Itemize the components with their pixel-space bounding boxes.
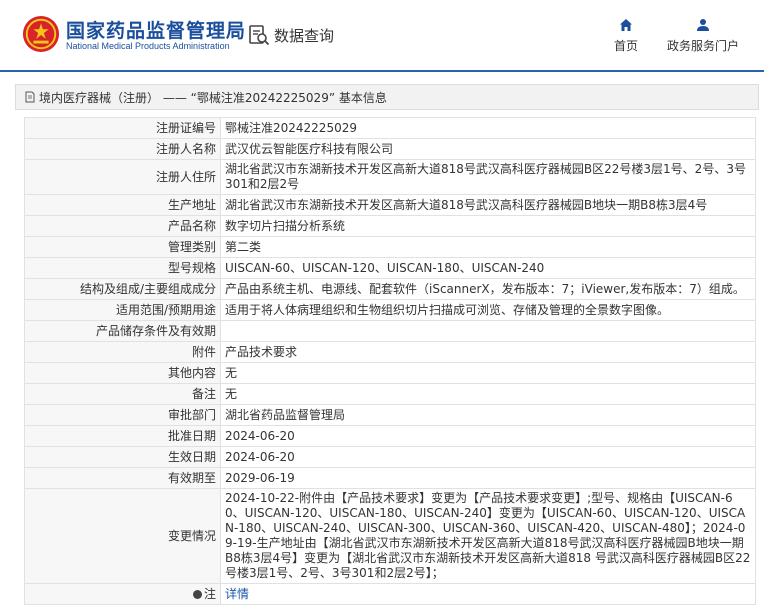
field-value: 2024-10-22-附件由【产品技术要求】变更为【产品技术要求变更】;型号、规… [220, 488, 756, 584]
table-row: 生效日期 2024-06-20 [24, 446, 756, 468]
site-name-cn[interactable]: 国家药品监督管理局 [66, 16, 246, 43]
field-value: 产品由系统主机、电源线、配套软件（iScannerX，发布版本：7；iViewe… [220, 278, 756, 300]
field-label: 适用范围/预期用途 [24, 299, 221, 321]
field-label: 变更情况 [24, 488, 221, 584]
field-label: 注册证编号 [24, 117, 221, 139]
detail-table: 注册证编号 鄂械注准20242225029 注册人名称 武汉优云智能医疗科技有限公司注… [24, 117, 756, 605]
national-emblem-icon[interactable] [22, 15, 60, 53]
field-value: 鄂械注准20242225029 [220, 117, 756, 139]
field-label: 生效日期 [24, 446, 221, 468]
field-label: 批准日期 [24, 425, 221, 447]
field-value: 2024-06-20 [220, 446, 756, 468]
note-icon [192, 589, 202, 599]
field-label: 审批部门 [24, 404, 221, 426]
field-label: 注 [24, 583, 221, 605]
table-row: 管理类别 第二类 [24, 236, 756, 258]
field-value: 详情 [220, 583, 756, 605]
field-value: 无 [220, 362, 756, 384]
field-label: 生产地址 [24, 194, 221, 216]
data-query-icon [249, 25, 270, 46]
document-icon [25, 91, 35, 103]
field-value: 武汉优云智能医疗科技有限公司 [220, 138, 756, 160]
field-label: 其他内容 [24, 362, 221, 384]
note-label: 注 [203, 586, 216, 601]
field-label: 型号规格 [24, 257, 221, 279]
field-value: 湖北省武汉市东湖新技术开发区高新大道818号武汉高科医疗器械园B区22号楼3层1… [220, 159, 756, 195]
table-row: 产品名称 数字切片扫描分析系统 [24, 215, 756, 237]
table-row: 有效期至 2029-06-19 [24, 467, 756, 489]
field-value: 2024-06-20 [220, 425, 756, 447]
field-value: 2029-06-19 [220, 467, 756, 489]
site-name-en[interactable]: National Medical Products Administration [66, 41, 230, 51]
nav-service-portal[interactable]: 政务服务门户 [664, 18, 742, 54]
field-value: 第二类 [220, 236, 756, 258]
nav-portal-label: 政务服务门户 [666, 39, 739, 53]
user-icon [697, 19, 709, 31]
table-row: 产品储存条件及有效期 [24, 320, 756, 342]
field-label: 结构及组成/主要组成成分 [24, 278, 221, 300]
table-row: 适用范围/预期用途 适用于将人体病理组织和生物组织切片扫描成可浏览、存储及管理的全… [24, 299, 756, 321]
field-value: 产品技术要求 [220, 341, 756, 363]
nav-home-label: 首页 [613, 39, 638, 53]
data-query-link[interactable]: 数据查询 [248, 22, 334, 48]
table-row: 附件 产品技术要求 [24, 341, 756, 363]
nav-home[interactable]: 首页 [610, 18, 642, 54]
table-row: 批准日期 2024-06-20 [24, 425, 756, 447]
field-label: 注册人名称 [24, 138, 221, 160]
table-row: 注详情 [24, 583, 756, 605]
field-value: 适用于将人体病理组织和生物组织切片扫描成可浏览、存储及管理的全景数字图像。 [220, 299, 756, 321]
table-row: 其他内容无 [24, 362, 756, 384]
home-icon [620, 19, 632, 31]
field-label: 注册人住所 [24, 159, 221, 195]
field-value: 数字切片扫描分析系统 [220, 215, 756, 237]
field-value: 湖北省武汉市东湖新技术开发区高新大道818号武汉高科医疗器械园B地块一期B8栋3… [220, 194, 756, 216]
data-query-label: 数据查询 [274, 26, 335, 45]
field-value: UISCAN-60、UISCAN-120、UISCAN-180、UISCAN-2… [220, 257, 756, 279]
table-row: 结构及组成/主要组成成分 产品由系统主机、电源线、配套软件（iScannerX，发… [24, 278, 756, 300]
table-row: 审批部门 湖北省药品监督管理局 [24, 404, 756, 426]
site-header: 国家药品监督管理局 National Medical Products Admi… [0, 0, 764, 70]
field-label: 备注 [24, 383, 221, 405]
breadcrumb-text: 境内医疗器械（注册） —— “鄂械注准20242225029” 基本信息 [39, 90, 387, 105]
field-value [220, 320, 756, 342]
table-row: 变更情况 2024-10-22-附件由【产品技术要求】变更为【产品技术要求变更】;… [24, 488, 756, 584]
table-row: 生产地址 湖北省武汉市东湖新技术开发区高新大道818号武汉高科医疗器械园B地块一期… [24, 194, 756, 216]
table-row: 型号规格 UISCAN-60、UISCAN-120、UISCAN-180、UISC… [24, 257, 756, 279]
table-row: 注册人住所 湖北省武汉市东湖新技术开发区高新大道818号武汉高科医疗器械园B区22… [24, 159, 756, 195]
field-label: 产品名称 [24, 215, 221, 237]
field-label: 管理类别 [24, 236, 221, 258]
field-label: 有效期至 [24, 467, 221, 489]
table-row: 注册人名称 武汉优云智能医疗科技有限公司 [24, 138, 756, 160]
table-row: 备注无 [24, 383, 756, 405]
field-label: 附件 [24, 341, 221, 363]
table-row: 注册证编号 鄂械注准20242225029 [24, 117, 756, 139]
breadcrumb: 境内医疗器械（注册） —— “鄂械注准20242225029” 基本信息 [15, 84, 759, 110]
field-label: 产品储存条件及有效期 [24, 320, 221, 342]
header-divider [0, 70, 764, 72]
details-link[interactable]: 详情 [225, 587, 249, 601]
field-value: 湖北省药品监督管理局 [220, 404, 756, 426]
field-value: 无 [220, 383, 756, 405]
